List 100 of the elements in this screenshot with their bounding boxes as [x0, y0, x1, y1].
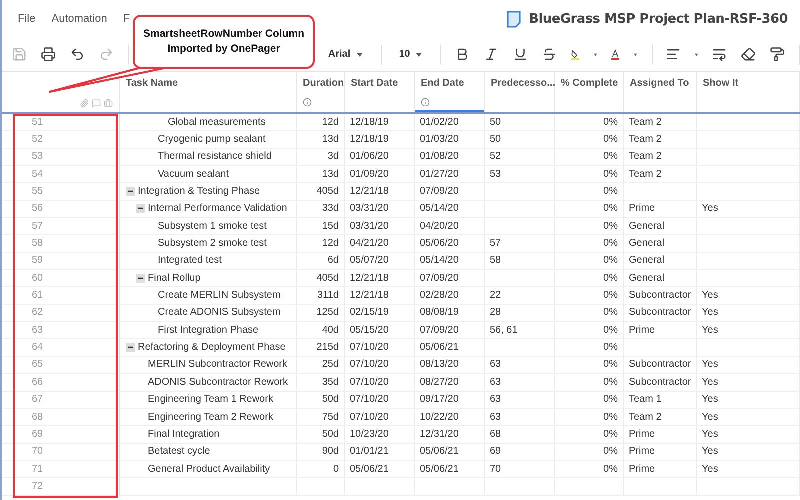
- table-cell: 35d: [297, 374, 345, 392]
- row-number: 62: [2, 304, 120, 322]
- table-cell: 12d: [297, 114, 345, 132]
- column-header[interactable]: Start Date: [345, 72, 415, 112]
- menu-item[interactable]: F: [123, 13, 130, 25]
- table-cell: 01/06/20: [345, 148, 415, 166]
- row-number: 56: [2, 200, 120, 218]
- table-cell: 70: [485, 460, 555, 478]
- table-cell: 0%: [555, 426, 624, 444]
- table-cell: Team 2: [624, 148, 697, 166]
- table-cell: 04/20/20: [415, 218, 485, 236]
- table-cell: Team 2: [624, 166, 697, 184]
- table-cell: 22: [485, 287, 555, 305]
- task-name: Thermal resistance shield: [158, 151, 272, 162]
- table-cell: Prime: [624, 460, 697, 478]
- table-cell: 0%: [555, 339, 624, 357]
- task-name: Vacuum sealant: [158, 168, 229, 180]
- table-cell: 63: [485, 392, 555, 409]
- table-cell: 68: [485, 426, 555, 444]
- table-cell: Prime: [624, 444, 697, 461]
- column-header[interactable]: % Complete: [555, 72, 624, 112]
- table-cell: 07/10/20: [345, 356, 415, 374]
- row-number: 57: [2, 218, 120, 236]
- table-cell: 12/21/18: [345, 270, 415, 288]
- table-cell: 0%: [555, 304, 624, 322]
- task-name: First Integration Phase: [158, 324, 259, 336]
- column-header[interactable]: Show It: [697, 72, 800, 112]
- menu-item[interactable]: File: [18, 13, 36, 25]
- table-cell: 33d: [297, 200, 345, 218]
- table-cell: 01/03/20: [415, 131, 485, 149]
- task-name: ADONIS Subcontractor Rework: [148, 376, 288, 388]
- table-cell: Team 2: [624, 131, 697, 149]
- table-cell: 01/09/20: [345, 166, 415, 184]
- table-cell: 3d: [297, 148, 345, 166]
- table-cell: 0%: [555, 444, 624, 461]
- task-name: Subsystem 2 smoke test: [158, 238, 267, 250]
- table-cell: 50: [485, 114, 555, 132]
- table-cell: General: [624, 270, 697, 288]
- menu-item[interactable]: Automation: [52, 13, 108, 25]
- table-cell: 0%: [555, 200, 624, 218]
- table-cell: 0: [297, 460, 345, 478]
- table-cell: Yes: [697, 426, 800, 444]
- table-cell: 0%: [555, 166, 624, 184]
- row-number: 67: [2, 392, 120, 409]
- callout-text: SmartsheetRowNumber Column Imported by OnePager: [142, 27, 306, 57]
- table-cell: 02/15/19: [345, 304, 415, 322]
- table-cell: 12/31/20: [415, 426, 485, 444]
- font-dropdown[interactable]: Arial: [324, 47, 367, 62]
- task-name: Betatest cycle: [148, 446, 210, 458]
- table-cell: 25d: [297, 356, 345, 374]
- row-number: 54: [2, 166, 120, 184]
- task-name: Engineering Team 1 Rework: [148, 394, 274, 406]
- table-cell: 75d: [297, 408, 345, 426]
- table-cell: 28: [485, 304, 555, 322]
- row-number: 60: [2, 270, 120, 288]
- row-number: 51: [2, 114, 120, 132]
- column-header[interactable]: Assigned To: [624, 72, 697, 112]
- table-cell: Yes: [697, 322, 800, 340]
- table-cell: Prime: [624, 322, 697, 340]
- row-number: 53: [2, 148, 120, 166]
- table-cell: 6d: [297, 252, 345, 270]
- row-number: 65: [2, 356, 120, 374]
- task-name: Create MERLIN Subsystem: [158, 290, 281, 302]
- table-cell: Team 2: [624, 408, 697, 426]
- table-cell: 13d: [297, 166, 345, 184]
- task-name: Engineering Team 2 Rework: [148, 412, 274, 423]
- table-cell: Subcontractor: [624, 304, 697, 322]
- task-name: MERLIN Subcontractor Rework: [148, 359, 288, 370]
- table-cell: 63: [485, 408, 555, 426]
- table-cell: 405d: [297, 183, 345, 201]
- table-cell: Prime: [624, 200, 697, 218]
- column-header[interactable]: Predecesso...: [485, 72, 555, 112]
- task-name: Global measurements: [168, 116, 266, 128]
- task-name: Integration & Testing Phase: [138, 186, 260, 198]
- row-number: 66: [2, 374, 120, 392]
- table-cell: 07/09/20: [415, 183, 485, 201]
- table-cell: 311d: [297, 287, 345, 305]
- table-cell: 10/22/20: [415, 408, 485, 426]
- table-cell: 0%: [555, 235, 624, 253]
- table-cell: 58: [485, 252, 555, 270]
- table-cell: 0%: [555, 460, 624, 478]
- table-cell: 05/14/20: [415, 200, 485, 218]
- table-cell: 07/10/20: [345, 392, 415, 409]
- table-cell: 01/08/20: [415, 148, 485, 166]
- table-cell: 03/31/20: [345, 218, 415, 236]
- column-header[interactable]: End Date: [415, 72, 485, 112]
- table-cell: 07/09/20: [415, 322, 485, 340]
- table-cell: 50: [485, 131, 555, 149]
- font-size-dropdown[interactable]: 10: [395, 47, 426, 62]
- column-header[interactable]: Duration: [297, 72, 345, 112]
- table-cell: Yes: [697, 374, 800, 392]
- table-cell: 03/31/20: [345, 200, 415, 218]
- table-cell: 12/18/19: [345, 114, 415, 132]
- row-number: 70: [2, 444, 120, 461]
- table-cell: General: [624, 235, 697, 253]
- table-cell: 405d: [297, 270, 345, 288]
- task-name: Create ADONIS Subsystem: [158, 307, 281, 318]
- task-name: General Product Availability: [148, 464, 270, 475]
- table-cell: 215d: [297, 339, 345, 357]
- table-cell: 53: [485, 166, 555, 184]
